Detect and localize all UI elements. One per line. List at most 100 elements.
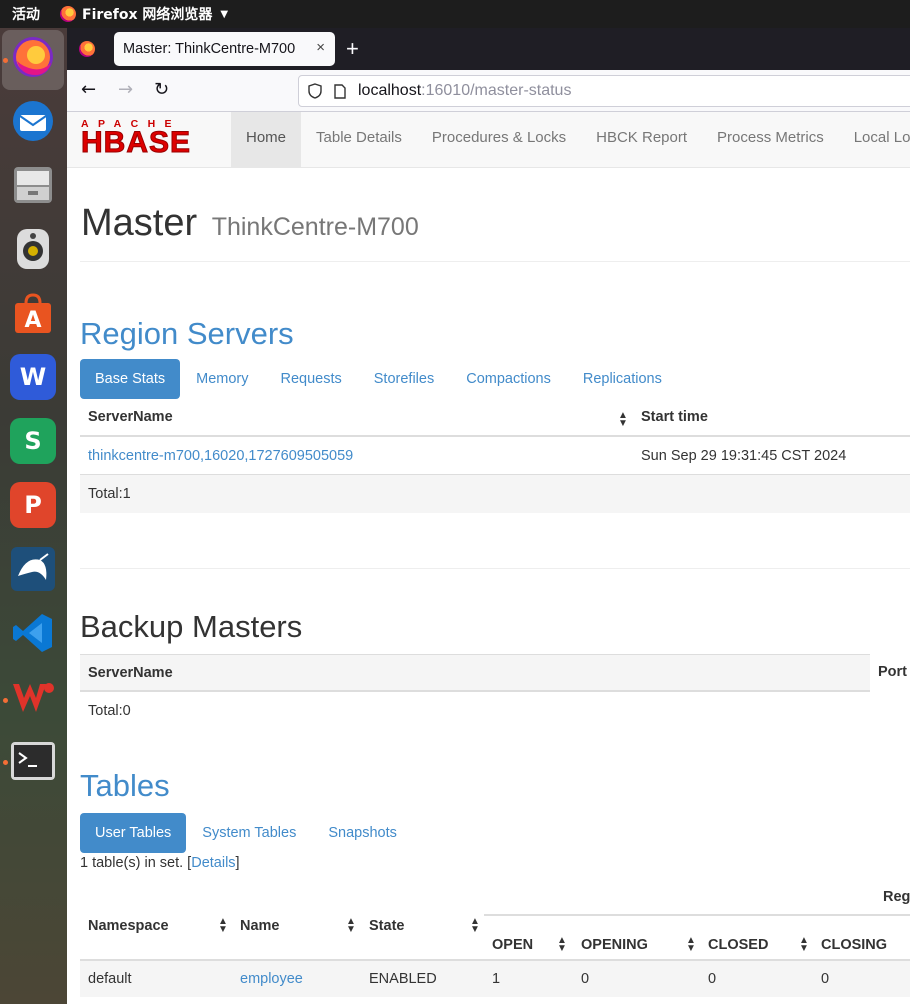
tab-bar: Master: ThinkCentre-M700 × + <box>67 28 910 70</box>
tables-count-close: ] <box>235 855 240 871</box>
tab-compactions[interactable]: Compactions <box>450 359 567 399</box>
forward-arrow-icon[interactable]: → <box>118 79 133 100</box>
server-link[interactable]: thinkcentre-m700,16020,1727609505059 <box>88 448 353 464</box>
table-total-row: Total:1 <box>80 475 910 513</box>
shield-icon[interactable] <box>308 83 322 99</box>
dock-wps-writer[interactable]: W <box>10 354 56 400</box>
sort-icon[interactable]: ▲ ▼ <box>346 917 356 935</box>
table-header: ServerName ▲ ▼ Start time <box>80 399 910 437</box>
app-menu-label: Firefox 网络浏览器 <box>82 7 213 23</box>
sort-icon[interactable]: ▲ ▼ <box>799 936 809 954</box>
app-menu[interactable]: Firefox 网络浏览器 ▼ <box>60 4 228 24</box>
activities-button[interactable]: 活动 <box>12 4 40 24</box>
tables-count-text: 1 table(s) in set. [ <box>80 855 192 871</box>
table-row: default employee ENABLED 1 0 0 0 <box>80 961 910 997</box>
dock-terminal[interactable] <box>10 738 56 784</box>
dock-files[interactable] <box>10 162 56 208</box>
master-hostname: ThinkCentre-M700 <box>211 213 419 241</box>
details-link[interactable]: Details <box>191 855 235 871</box>
gnome-top-bar: 活动 Firefox 网络浏览器 ▼ <box>0 0 910 28</box>
dock-wps-spreadsheets[interactable]: S <box>10 418 56 464</box>
sort-icon[interactable]: ▲ ▼ <box>470 917 480 935</box>
col-start-time[interactable]: Start time <box>641 409 708 425</box>
col-name[interactable]: Name <box>240 918 280 934</box>
hbase-master-page: APACHE HBASE Home Table Details Procedur… <box>67 112 910 1004</box>
sort-icon[interactable]: ▲ ▼ <box>557 936 567 954</box>
firefox-icon <box>13 37 53 77</box>
tab-memory[interactable]: Memory <box>180 359 264 399</box>
nav-home[interactable]: Home <box>231 112 302 168</box>
nav-procedures-locks[interactable]: Procedures & Locks <box>417 112 581 168</box>
dock-software-center[interactable]: A <box>10 290 56 336</box>
wps-writer-icon: W <box>19 363 47 391</box>
tab-storefiles[interactable]: Storefiles <box>358 359 450 399</box>
cell-opening: 0 <box>581 971 590 987</box>
mysql-workbench-icon <box>11 547 55 591</box>
col-state[interactable]: State <box>369 918 404 934</box>
col-port: Port <box>878 664 907 680</box>
col-opening[interactable]: OPENING <box>581 937 648 953</box>
tables-heading[interactable]: Tables <box>80 768 170 804</box>
nav-local-logs[interactable]: Local Logs <box>839 112 910 168</box>
backup-masters-table: ServerName Port Total:0 <box>80 654 910 730</box>
dock-rhythmbox[interactable] <box>10 226 56 272</box>
col-open[interactable]: OPEN <box>492 937 533 953</box>
navigation-toolbar: ← → ↻ localhost:16010/master-status <box>67 70 910 112</box>
terminal-icon <box>11 742 55 780</box>
col-closing[interactable]: CLOSING <box>821 937 887 953</box>
tab-snapshots[interactable]: Snapshots <box>312 813 413 853</box>
running-indicator <box>3 58 8 63</box>
col-namespace[interactable]: Namespace <box>88 918 169 934</box>
running-indicator <box>3 760 8 765</box>
tab-requests[interactable]: Requests <box>265 359 358 399</box>
region-servers-tabs: Base Stats Memory Requests Storefiles Co… <box>80 359 678 399</box>
running-indicator <box>3 698 8 703</box>
regions-group-header: Reg <box>883 889 910 905</box>
page-title: Master ThinkCentre-M700 <box>81 202 419 245</box>
dock-mysql-workbench[interactable] <box>10 546 56 592</box>
page-info-icon[interactable] <box>334 83 346 99</box>
dock-vscode[interactable] <box>10 610 56 656</box>
tab-master-status[interactable]: Master: ThinkCentre-M700 × <box>114 32 335 66</box>
region-servers-heading[interactable]: Region Servers <box>80 316 294 352</box>
user-tables-table: Reg Namespace ▲ ▼ Name ▲ ▼ State ▲ ▼ OPEN ▲… <box>80 886 910 997</box>
firefox-view-icon[interactable] <box>79 41 95 57</box>
sort-icon[interactable]: ▲ ▼ <box>218 917 228 935</box>
tab-system-tables[interactable]: System Tables <box>186 813 312 853</box>
nav-table-details[interactable]: Table Details <box>301 112 417 168</box>
tab-title: Master: ThinkCentre-M700 <box>123 41 296 57</box>
tab-replications[interactable]: Replications <box>567 359 678 399</box>
col-servername: ServerName <box>88 665 173 681</box>
hbase-logo[interactable]: APACHE HBASE <box>80 118 191 158</box>
dock-wps-presentation[interactable]: P <box>10 482 56 528</box>
divider <box>80 568 910 569</box>
url-bar[interactable]: localhost:16010/master-status <box>298 75 910 107</box>
close-tab-icon[interactable]: × <box>316 39 325 56</box>
nav-process-metrics[interactable]: Process Metrics <box>702 112 839 168</box>
sort-icon[interactable]: ▲ ▼ <box>686 936 696 954</box>
dock-wps-office[interactable] <box>10 674 56 720</box>
tab-user-tables[interactable]: User Tables <box>80 813 187 853</box>
cell-state: ENABLED <box>369 971 437 987</box>
back-arrow-icon[interactable]: ← <box>81 79 96 100</box>
reload-icon[interactable]: ↻ <box>154 79 169 100</box>
wps-presentation-icon: P <box>24 491 42 519</box>
region-servers-total: Total:1 <box>88 486 131 502</box>
dock-firefox[interactable] <box>10 34 56 80</box>
col-servername[interactable]: ServerName <box>88 409 173 425</box>
dock-thunderbird[interactable] <box>10 98 56 144</box>
rhythmbox-icon <box>17 229 49 269</box>
tables-tabs: User Tables System Tables Snapshots <box>80 813 413 853</box>
vscode-icon <box>13 614 52 652</box>
col-closed[interactable]: CLOSED <box>708 937 768 953</box>
url-host: localhost <box>358 82 422 99</box>
files-icon <box>14 167 52 203</box>
new-tab-button[interactable]: + <box>346 36 359 62</box>
sort-icon[interactable]: ▲ ▼ <box>618 411 628 429</box>
backup-masters-total: Total:0 <box>88 703 131 719</box>
nav-hbck-report[interactable]: HBCK Report <box>581 112 702 168</box>
table-name-link[interactable]: employee <box>240 971 303 987</box>
software-center-icon: A <box>15 293 51 333</box>
table-row: thinkcentre-m700,16020,1727609505059 Sun… <box>80 437 910 475</box>
tab-base-stats[interactable]: Base Stats <box>80 359 181 399</box>
